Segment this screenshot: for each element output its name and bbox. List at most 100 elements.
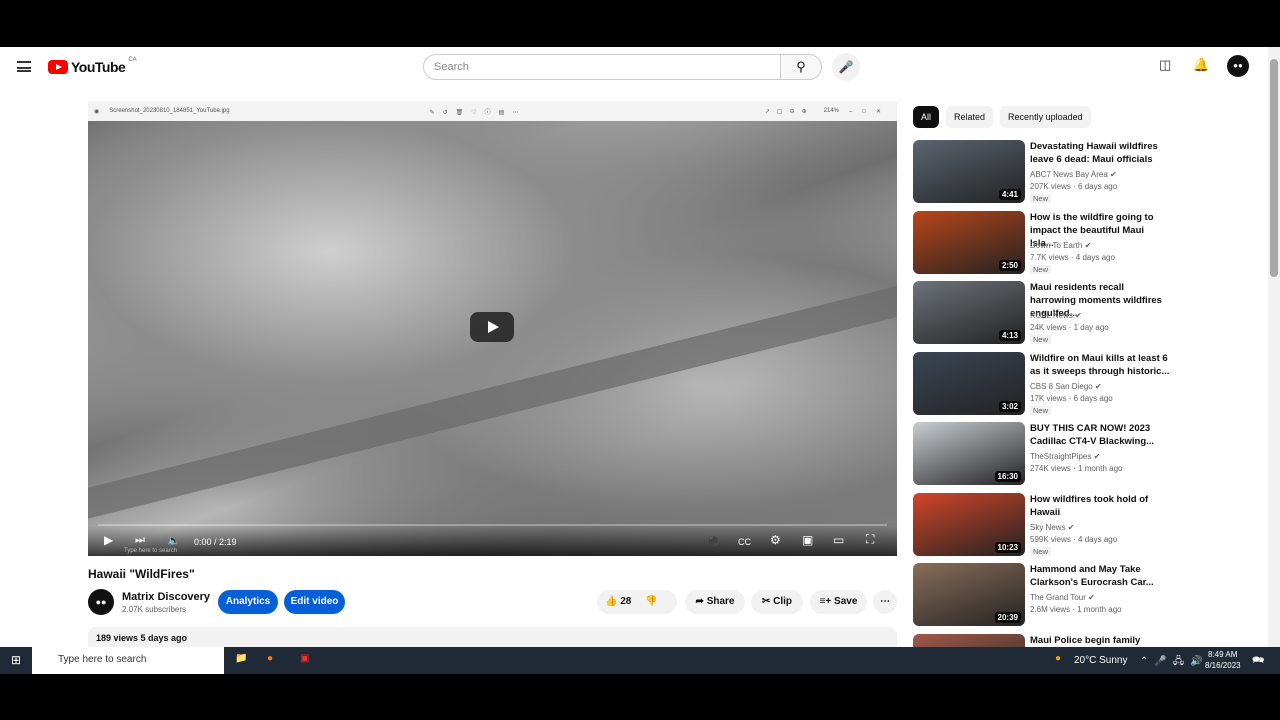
channel-label: The Grand Tour	[1030, 593, 1086, 602]
chip-recently-uploaded[interactable]: Recently uploaded	[1000, 106, 1091, 128]
scrollbar-thumb[interactable]	[1270, 59, 1278, 277]
verified-icon: ✔	[1093, 452, 1101, 461]
recommended-channel[interactable]: Down To Earth ✔	[1030, 241, 1091, 250]
recommended-video[interactable]: 20:39 Hammond and May Take Clarkson's Eu…	[913, 563, 1173, 627]
video-thumbnail[interactable]: 20:39	[913, 563, 1025, 626]
recommended-video[interactable]: 3:02 Wildfire on Maui kills at least 6 a…	[913, 351, 1173, 416]
verified-icon: ✔	[1084, 240, 1092, 250]
youtube-play-icon	[48, 60, 68, 74]
viewer-edit-icons[interactable]: ✎↺🗑♡ⓘ▤⋯	[430, 107, 527, 116]
play-icon[interactable]: ▶	[104, 533, 113, 547]
edit-video-button[interactable]: Edit video	[284, 590, 345, 614]
channel-name[interactable]: Matrix Discovery	[122, 591, 210, 603]
video-thumbnail[interactable]: 2:50	[913, 210, 1025, 274]
recommended-title[interactable]: Wildfire on Maui kills at least 6 as it …	[1030, 352, 1170, 378]
recommended-channel[interactable]: The Grand Tour ✔	[1030, 593, 1095, 602]
viewer-app-icon: ◉	[94, 108, 100, 115]
verified-icon: ✔	[1075, 311, 1082, 320]
miniplayer-icon[interactable]: ▣	[802, 533, 813, 547]
viewer-zoom-icons[interactable]: ↗▢⊖⊕	[765, 108, 814, 115]
recommended-video[interactable]: 2:50 How is the wildfire going to impact…	[913, 210, 1173, 275]
next-icon[interactable]: ⏭	[135, 534, 145, 547]
share-button[interactable]: ➦ Share	[685, 590, 745, 614]
video-player[interactable]: ◉ Screenshot_20230810_184851_YouTube.jpg…	[88, 101, 897, 556]
video-thumbnail[interactable]: 4:41	[913, 140, 1025, 203]
volume-icon[interactable]: 🔈	[167, 534, 181, 547]
captions-icon[interactable]: CC	[738, 537, 751, 547]
clip-button[interactable]: ✂ Clip	[751, 590, 803, 614]
firefox-icon[interactable]: ●	[267, 653, 273, 664]
like-icon[interactable]: 👍	[605, 596, 617, 607]
file-explorer-icon[interactable]: 📁	[235, 653, 247, 664]
recommended-channel[interactable]: TheStraightPipes ✔	[1030, 452, 1100, 461]
autoplay-toggle[interactable]: ⚫	[708, 536, 719, 547]
recommended-video[interactable]: 10:23 How wildfires took hold of Hawaii …	[913, 492, 1173, 557]
verified-icon: ✔	[1067, 522, 1075, 532]
fullscreen-icon[interactable]: ⛶	[866, 532, 874, 547]
play-button[interactable]	[470, 312, 514, 342]
new-badge: New	[1030, 194, 1052, 203]
overlay-taskbar-search: Type here to search	[124, 548, 178, 554]
recommended-video[interactable]: 16:30 BUY THIS CAR NOW! 2023 Cadillac CT…	[913, 422, 1173, 486]
recommended-title[interactable]: Hammond and May Take Clarkson's Eurocras…	[1030, 563, 1170, 589]
recommended-channel[interactable]: ABC7 News Bay Area ✔	[1030, 170, 1117, 179]
settings-icon[interactable]: ⚙	[770, 533, 781, 547]
chip-all[interactable]: All	[913, 106, 940, 128]
more-actions-button[interactable]: ⋯	[873, 590, 897, 614]
recommended-title[interactable]: How wildfires took hold of Hawaii	[1030, 493, 1170, 519]
video-thumbnail[interactable]: 16:30	[913, 422, 1025, 485]
dislike-icon[interactable]: 👎	[645, 596, 657, 607]
new-badge: New	[1030, 264, 1052, 274]
viewer-filename: Screenshot_20230810_184851_YouTube.jpg	[109, 108, 230, 114]
channel-label: CBS 8 San Diego	[1030, 381, 1093, 391]
recommended-video[interactable]: 4:41 Devastating Hawaii wildfires leave …	[913, 140, 1173, 204]
save-button[interactable]: ≡+ Save	[810, 590, 867, 614]
search-icon[interactable]: ⚲	[780, 54, 822, 80]
clock-time[interactable]: 8:49 AM	[1208, 650, 1237, 659]
recommended-video[interactable]: 4:13 Maui residents recall harrowing mom…	[913, 281, 1173, 345]
avatar[interactable]: ●●	[1227, 55, 1249, 77]
recommended-channel[interactable]: KCAL News ✔	[1030, 311, 1082, 320]
video-thumbnail[interactable]	[913, 633, 1025, 647]
channel-avatar[interactable]: ●●	[88, 589, 114, 615]
video-thumbnail[interactable]: 4:13	[913, 281, 1025, 344]
description-box[interactable]: 189 views 5 days ago	[88, 627, 897, 647]
new-badge: New	[1030, 335, 1052, 344]
duration-badge: 16:30	[994, 471, 1021, 482]
create-video-icon[interactable]: ◫	[1159, 57, 1171, 73]
app-icon[interactable]: ▣	[300, 653, 309, 664]
menu-icon[interactable]	[17, 61, 31, 72]
recommended-title[interactable]: Maui Police begin family	[1030, 634, 1170, 647]
recommended-channel[interactable]: CBS 8 San Diego ✔	[1030, 382, 1102, 391]
duration-badge: 4:13	[998, 330, 1021, 341]
windows-start-icon[interactable]: ⊞	[11, 653, 21, 667]
duration-badge: 10:23	[994, 541, 1021, 553]
mic-icon[interactable]: 🎤	[832, 53, 860, 81]
analytics-button[interactable]: Analytics	[218, 590, 278, 614]
recommended-title[interactable]: BUY THIS CAR NOW! 2023 Cadillac CT4-V Bl…	[1030, 422, 1170, 448]
window-controls[interactable]: –□✕	[849, 108, 891, 115]
bell-icon[interactable]: 🔔	[1193, 57, 1209, 73]
player-controls: ▶ ⏭ 🔈 0:00 / 2:19 Type here to search ⚫ …	[88, 526, 897, 556]
video-thumbnail[interactable]: 10:23	[913, 492, 1025, 556]
clock-date[interactable]: 8/16/2023	[1205, 661, 1241, 670]
channel-label: KCAL News	[1030, 311, 1073, 320]
weather-text[interactable]: 20°C Sunny	[1074, 655, 1127, 666]
youtube-logo[interactable]: YouTube CA	[48, 57, 137, 75]
recommended-channel[interactable]: Sky News ✔	[1030, 523, 1075, 532]
tray-icons[interactable]: ⌃🎤🖧🔊	[1140, 654, 1208, 671]
notifications-icon[interactable]: 🗪	[1252, 653, 1264, 670]
scrollbar[interactable]	[1268, 47, 1280, 647]
recommended-title[interactable]: Devastating Hawaii wildfires leave 6 dea…	[1030, 140, 1170, 166]
taskbar-search[interactable]: Type here to search	[32, 647, 224, 674]
recommended-video[interactable]: Maui Police begin family	[913, 633, 1173, 647]
like-dislike-button[interactable]: 👍 28 👎	[597, 590, 677, 614]
channel-label: ABC7 News Bay Area	[1030, 170, 1108, 179]
chip-related[interactable]: Related	[946, 106, 994, 128]
video-thumbnail[interactable]: 3:02	[913, 351, 1025, 415]
search-input[interactable]: Search	[423, 54, 781, 80]
logo-text: YouTube	[71, 59, 126, 75]
channel-label: TheStraightPipes	[1030, 452, 1092, 461]
windows-taskbar: ⊞ Type here to search 📁 ● ▣ ● 20°C Sunny…	[0, 647, 1280, 674]
theater-icon[interactable]: ▭	[833, 533, 844, 547]
